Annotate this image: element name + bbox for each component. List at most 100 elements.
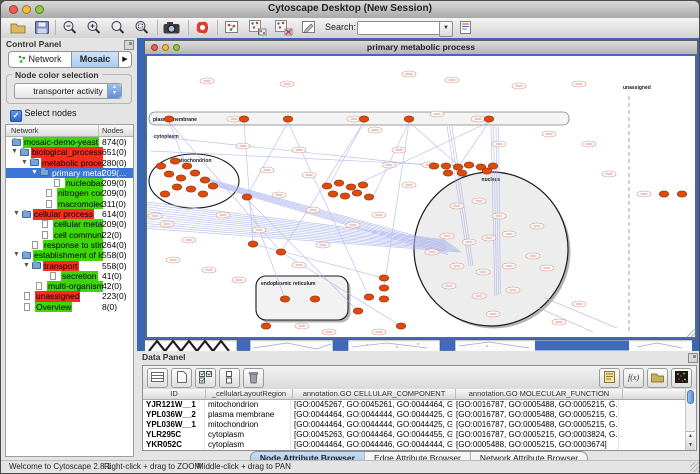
node-label-oval[interactable] xyxy=(526,253,540,259)
table-cell[interactable]: [GO:0005488, GO:0005215, GO:0003674] xyxy=(453,440,619,450)
network-node[interactable] xyxy=(379,275,389,281)
network-node[interactable] xyxy=(677,191,687,197)
table-cell[interactable]: [GO:0045267, GO:0045261, GO:0044464, G..… xyxy=(291,400,453,410)
network-node[interactable] xyxy=(208,183,218,189)
delete-attribute-icon[interactable] xyxy=(243,368,264,388)
tree-row[interactable]: ▼primary metabol209(... xyxy=(6,168,133,178)
network-node[interactable] xyxy=(170,158,180,164)
network-node[interactable] xyxy=(364,194,374,200)
node-label-oval[interactable] xyxy=(382,162,396,168)
tree-row[interactable]: cell communicat22(0) xyxy=(6,230,133,240)
tree-row[interactable]: response to stimulu264(0) xyxy=(6,240,133,250)
table-row[interactable]: YKR052Ccytoplasm[GO:0044464, GO:0044446,… xyxy=(143,440,686,450)
node-label-oval[interactable] xyxy=(182,237,196,243)
node-label-oval[interactable] xyxy=(476,269,490,275)
node-label-oval[interactable] xyxy=(492,141,506,147)
scrollbar-arrows[interactable]: ▲▼ xyxy=(686,431,695,450)
table-cell[interactable]: plasma membrane xyxy=(205,410,291,420)
tree-row[interactable]: ▼transport558(0) xyxy=(6,261,133,271)
help-lifesaver-icon[interactable] xyxy=(194,19,212,36)
network-node[interactable] xyxy=(364,294,374,300)
network-node[interactable] xyxy=(198,191,208,197)
unselect-attributes-icon[interactable] xyxy=(219,368,240,388)
node-label-oval[interactable] xyxy=(392,147,406,153)
compartment-unassigned[interactable]: unassigned xyxy=(623,85,651,334)
compartment-mitochondrion[interactable]: mitochondrion xyxy=(149,154,239,208)
node-label-oval[interactable] xyxy=(306,207,320,213)
network-node[interactable] xyxy=(328,191,338,197)
scrollbar-thumb[interactable] xyxy=(687,390,694,404)
node-label-oval[interactable] xyxy=(486,311,500,317)
new-attribute-icon[interactable] xyxy=(171,368,192,388)
enhanced-search-icon[interactable] xyxy=(457,19,475,36)
node-label-oval[interactable] xyxy=(542,131,556,137)
node-label-oval[interactable] xyxy=(200,78,214,84)
resize-grip-icon[interactable] xyxy=(690,462,700,472)
network-node[interactable] xyxy=(172,184,182,190)
table-cell[interactable]: YPL036W__2 xyxy=(143,410,205,420)
network-node[interactable] xyxy=(200,177,210,183)
node-label-oval[interactable] xyxy=(442,283,456,289)
table-scrollbar[interactable]: ▲▼ xyxy=(685,389,696,450)
table-cell[interactable]: [GO:0044464, GO:0044446, GO:0044444, G..… xyxy=(291,440,453,450)
formula-fx-icon[interactable]: f(x) xyxy=(623,368,644,388)
tab-network[interactable]: Network xyxy=(9,52,71,67)
node-label-oval[interactable] xyxy=(462,239,476,245)
table-row[interactable]: YJR121W__1mitochondrion[GO:0045267, GO:0… xyxy=(143,400,686,410)
table-row[interactable]: YLR295Ccytoplasm[GO:0045263, GO:0044464,… xyxy=(143,430,686,440)
node-label-oval[interactable] xyxy=(292,262,306,268)
node-label-oval[interactable] xyxy=(440,233,454,239)
network-node[interactable] xyxy=(359,116,369,122)
network-node[interactable] xyxy=(484,116,494,122)
save-icon[interactable] xyxy=(33,19,51,36)
node-label-oval[interactable] xyxy=(166,257,180,263)
network-node[interactable] xyxy=(340,193,350,199)
node-label-oval[interactable] xyxy=(316,242,330,248)
node-label-oval[interactable] xyxy=(471,116,485,122)
attribute-grid-icon[interactable] xyxy=(147,368,168,388)
network-node[interactable] xyxy=(242,194,252,200)
table-cell[interactable]: [GO:0016787, GO:0005488, GO:0005215, G..… xyxy=(453,400,619,410)
table-cell[interactable]: [GO:0016787, GO:0005488, GO:0005215, G..… xyxy=(453,410,619,420)
tree-row[interactable]: ▼establishment of lo558(0) xyxy=(6,250,133,260)
network-node[interactable] xyxy=(482,168,492,174)
network-node[interactable] xyxy=(248,241,258,247)
network-window-title-bar[interactable]: primary metabolic process xyxy=(145,41,697,55)
network-node[interactable] xyxy=(396,323,406,329)
network-node[interactable] xyxy=(322,183,332,189)
column-header[interactable]: annotation.GO MOLECULAR_FUNCTION xyxy=(456,389,623,399)
tree-row[interactable]: ▼metabolic process280(0) xyxy=(6,158,133,168)
tree-row[interactable]: ▼cellular process614(0) xyxy=(6,209,133,219)
tree-column-nodes[interactable]: Nodes xyxy=(102,126,124,135)
node-label-oval[interactable] xyxy=(252,227,266,233)
tree-column-network[interactable]: Network xyxy=(11,126,39,135)
network-canvas[interactable]: plasma membranecytoplasmmitochondrionnuc… xyxy=(145,54,697,339)
tree-row[interactable]: nitrogen compo209(0) xyxy=(6,188,133,198)
network-node[interactable] xyxy=(283,116,293,122)
notes-icon[interactable] xyxy=(599,368,620,388)
node-label-oval[interactable] xyxy=(160,221,174,227)
tree-row[interactable]: secretion41(0) xyxy=(6,271,133,281)
network-node[interactable] xyxy=(379,285,389,291)
network-node[interactable] xyxy=(176,175,186,181)
tree-row[interactable]: nucleobase-209(0) xyxy=(6,178,133,188)
node-label-oval[interactable] xyxy=(295,323,309,329)
network-node[interactable] xyxy=(379,296,389,302)
zoom-in-icon[interactable] xyxy=(85,19,103,36)
annotation-icon[interactable] xyxy=(300,19,318,36)
node-label-oval[interactable] xyxy=(530,223,544,229)
network-node[interactable] xyxy=(353,308,363,314)
node-label-oval[interactable] xyxy=(368,127,382,133)
table-cell[interactable]: YKR052C xyxy=(143,440,205,450)
table-cell[interactable]: cytoplasm xyxy=(205,430,291,440)
table-cell[interactable]: mitochondrion xyxy=(205,420,291,430)
tab-mosaic[interactable]: Mosaic xyxy=(71,52,118,67)
node-label-oval[interactable] xyxy=(482,235,496,241)
zoom-out-icon[interactable] xyxy=(61,19,79,36)
network-node[interactable] xyxy=(457,170,467,176)
select-attributes-icon[interactable] xyxy=(195,368,216,388)
import-attributes-icon[interactable] xyxy=(647,368,668,388)
node-label-oval[interactable] xyxy=(302,172,316,178)
table-row[interactable]: YPL036W__1mitochondrion[GO:0044464, GO:0… xyxy=(143,420,686,430)
table-cell[interactable]: YLR295C xyxy=(143,430,205,440)
